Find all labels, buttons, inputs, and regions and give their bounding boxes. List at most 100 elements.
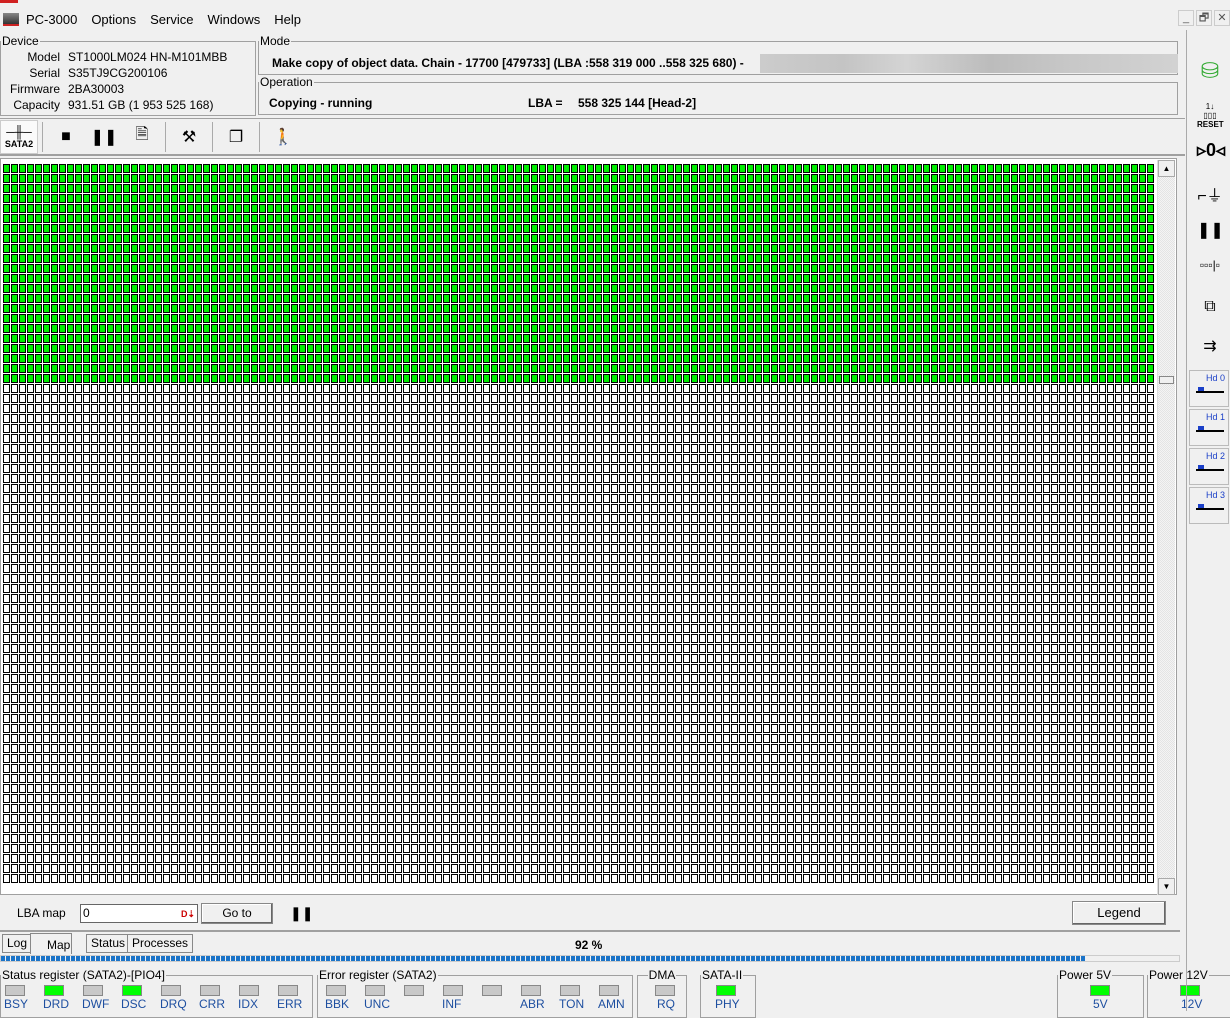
- connector-icon: ─╫─: [6, 124, 32, 139]
- lba-map-value: 0: [83, 906, 90, 920]
- document-check-icon: 🗎: [135, 126, 149, 143]
- error-register-title: Error register (SATA2): [319, 968, 437, 982]
- tab-log[interactable]: Log: [2, 934, 33, 953]
- lba-label: LBA =: [528, 96, 563, 110]
- register-led: [83, 985, 103, 996]
- register-led: [326, 985, 346, 996]
- register-led-label: TON: [559, 997, 585, 1011]
- mode-text: Make copy of object data. Chain - 17700 …: [272, 56, 744, 70]
- check-document-button[interactable]: 🗎: [123, 120, 161, 154]
- head-label: Hd 0: [1205, 373, 1225, 383]
- pause-button[interactable]: ❚❚: [85, 120, 123, 154]
- register-led-label: BSY: [4, 997, 29, 1011]
- phy-label: PHY: [715, 997, 740, 1011]
- divider: [259, 121, 260, 152]
- head-1-button[interactable]: Hd 1: [1189, 409, 1229, 446]
- capacity-value: 931.51 GB (1 953 525 168): [68, 98, 214, 112]
- scroll-thumb[interactable]: [1159, 376, 1174, 384]
- scroll-up-button[interactable]: ▲: [1158, 160, 1175, 177]
- exit-icon: 🚶: [273, 128, 293, 146]
- window-controls: _ 🗗 ✕: [1176, 10, 1230, 26]
- register-led: [122, 985, 142, 996]
- connector-side-icon[interactable]: ⇉: [1197, 336, 1223, 356]
- register-led-label: IDX: [238, 997, 259, 1011]
- head-2-button[interactable]: Hd 2: [1189, 448, 1229, 485]
- register-led-label: DSC: [121, 997, 147, 1011]
- phy-led: [716, 985, 736, 996]
- power-5v-led: [1090, 985, 1110, 996]
- register-led-label: ERR: [277, 997, 303, 1011]
- head-label: Hd 3: [1205, 490, 1225, 500]
- tab-status[interactable]: Status: [86, 934, 131, 953]
- tools-icon: ⚒: [181, 128, 197, 146]
- app-icon: [3, 12, 19, 26]
- tab-map[interactable]: Map: [30, 933, 72, 954]
- tab-processes[interactable]: Processes: [127, 934, 194, 953]
- lba-value: 558 325 144 [Head-2]: [578, 96, 697, 110]
- head-label: Hd 2: [1205, 451, 1225, 461]
- pause-icon: ❚❚: [90, 128, 118, 146]
- reset-button[interactable]: 1↓ ▯▯▯ RESET: [1197, 102, 1224, 129]
- restore-button[interactable]: 🗗: [1196, 10, 1212, 26]
- database-copy-icon[interactable]: ⛁: [1197, 58, 1223, 84]
- firmware-label: Firmware: [10, 82, 60, 96]
- minimize-button[interactable]: _: [1178, 10, 1194, 26]
- menu-service[interactable]: Service: [143, 12, 200, 27]
- status-register-title: Status register (SATA2)-[PIO4]: [2, 968, 165, 982]
- pause-side-icon[interactable]: ❚❚: [1197, 220, 1224, 240]
- firmware-value: 2BA30003: [68, 82, 125, 96]
- head-label: Hd 1: [1205, 412, 1225, 422]
- register-led: [5, 985, 25, 996]
- model-label: Model: [27, 50, 60, 64]
- power-5v-title: Power 5V: [1059, 968, 1112, 982]
- zero-counter-icon[interactable]: ▹0◃: [1197, 140, 1225, 161]
- stop-button[interactable]: ■: [47, 120, 85, 154]
- lba-map-label: LBA map: [17, 906, 66, 920]
- register-led: [521, 985, 541, 996]
- exit-button[interactable]: 🚶: [264, 120, 302, 154]
- menu-app[interactable]: PC-3000: [19, 12, 84, 27]
- lba-map-grid[interactable]: [3, 164, 1155, 884]
- dma-title: DMA: [648, 968, 676, 982]
- toolbar: ─╫─ SATA2 ■ ❚❚ 🗎 ⚒ ❐ 🚶: [0, 118, 1185, 156]
- close-button[interactable]: ✕: [1214, 10, 1230, 26]
- sata-port-button[interactable]: ─╫─ SATA2: [0, 119, 38, 154]
- progress-fill: [1, 956, 1085, 961]
- scroll-down-button[interactable]: ▼: [1158, 878, 1175, 895]
- tools-button[interactable]: ⚒: [170, 120, 208, 154]
- register-led: [443, 985, 463, 996]
- windows-stack-icon: ❐: [228, 128, 244, 146]
- menu-options[interactable]: Options: [84, 12, 143, 27]
- operation-status: Copying - running: [269, 96, 373, 110]
- register-led: [278, 985, 298, 996]
- register-reset-icon[interactable]: ▫▫▫|▫: [1197, 258, 1223, 272]
- map-scrollbar[interactable]: ▲ ▼: [1157, 160, 1175, 895]
- map-pause-button[interactable]: ❚❚: [290, 905, 313, 922]
- pending-blocks: [3, 384, 1155, 884]
- menu-help[interactable]: Help: [267, 12, 308, 27]
- head-0-button[interactable]: Hd 0: [1189, 370, 1229, 407]
- copy-cancel-icon[interactable]: ⧉: [1197, 298, 1223, 316]
- divider: [165, 121, 166, 152]
- lba-picker-icon[interactable]: D⇣: [181, 906, 195, 923]
- reset-label: RESET: [1197, 120, 1224, 129]
- legend-button[interactable]: Legend: [1072, 901, 1166, 925]
- capacity-label: Capacity: [13, 98, 60, 112]
- menu-bar: PC-3000 Options Service Windows Help: [0, 8, 308, 30]
- divider: [42, 121, 43, 152]
- mode-title: Mode: [260, 34, 291, 48]
- goto-button[interactable]: Go to: [201, 903, 273, 924]
- register-led: [161, 985, 181, 996]
- device-title: Device: [2, 34, 39, 48]
- register-led: [200, 985, 220, 996]
- head-3-button[interactable]: Hd 3: [1189, 487, 1229, 524]
- lba-map-input[interactable]: 0 D⇣: [80, 904, 198, 923]
- register-led: [599, 985, 619, 996]
- register-led-label: DWF: [82, 997, 110, 1011]
- operation-panel: Operation: [258, 75, 1178, 115]
- windows-button[interactable]: ❐: [217, 120, 255, 154]
- power-switch-icon[interactable]: ⌐⏚: [1197, 182, 1223, 206]
- completed-blocks: [3, 164, 1155, 384]
- menu-windows[interactable]: Windows: [200, 12, 267, 27]
- power-5v-label: 5V: [1093, 997, 1108, 1011]
